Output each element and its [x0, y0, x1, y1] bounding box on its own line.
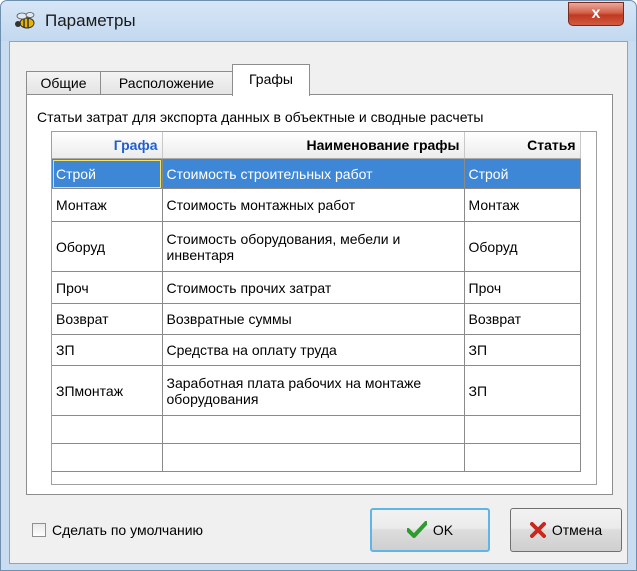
- window-title: Параметры: [45, 11, 136, 30]
- close-button[interactable]: x: [568, 2, 624, 26]
- title-bar[interactable]: Параметры x: [1, 1, 636, 41]
- cell-grafa[interactable]: Строй: [52, 158, 163, 189]
- cell-statya[interactable]: [464, 443, 581, 472]
- table-row[interactable]: Возврат Возвратные суммы Возврат: [52, 303, 581, 335]
- table-row[interactable]: Проч Стоимость прочих затрат Проч: [52, 271, 581, 304]
- table-row[interactable]: Оборуд Стоимость оборудования, мебели и …: [52, 221, 581, 272]
- checkmark-icon: [406, 521, 427, 538]
- cell-name[interactable]: [162, 415, 465, 444]
- cell-statya[interactable]: Возврат: [464, 303, 581, 335]
- table-row[interactable]: ЗП Средства на оплату труда ЗП: [52, 334, 581, 366]
- table-row[interactable]: Строй Стоимость строительных работ Строй: [52, 158, 581, 189]
- cell-name[interactable]: Заработная плата рабочих на монтаже обор…: [162, 365, 465, 416]
- table-row[interactable]: ЗПмонтаж Заработная плата рабочих на мон…: [52, 365, 581, 416]
- cell-grafa[interactable]: [52, 415, 163, 444]
- cell-statya[interactable]: Проч: [464, 271, 581, 304]
- cell-name[interactable]: Стоимость прочих затрат: [162, 271, 465, 304]
- cell-name[interactable]: Стоимость монтажных работ: [162, 188, 465, 222]
- cell-grafa[interactable]: ЗП: [52, 334, 163, 366]
- table-row[interactable]: Монтаж Стоимость монтажных работ Монтаж: [52, 188, 581, 222]
- column-header-statya[interactable]: Статья: [464, 132, 581, 159]
- tab-location-label: Расположение: [118, 75, 215, 91]
- tab-columns[interactable]: Графы: [232, 64, 310, 96]
- close-icon: x: [591, 5, 601, 22]
- cell-statya[interactable]: Монтаж: [464, 188, 581, 222]
- cell-statya[interactable]: Оборуд: [464, 221, 581, 272]
- cell-grafa[interactable]: Оборуд: [52, 221, 163, 272]
- tab-location[interactable]: Расположение: [100, 71, 233, 95]
- tab-general[interactable]: Общие: [26, 71, 101, 95]
- table-row[interactable]: [52, 443, 581, 472]
- cell-grafa[interactable]: Монтаж: [52, 188, 163, 222]
- cell-name[interactable]: Стоимость оборудования, мебели и инвента…: [162, 221, 465, 272]
- app-bee-icon: [15, 12, 35, 29]
- tab-general-label: Общие: [40, 75, 87, 91]
- cell-name[interactable]: Возвратные суммы: [162, 303, 465, 335]
- cell-name[interactable]: [162, 443, 465, 472]
- cancel-button[interactable]: Отмена: [510, 508, 622, 552]
- column-header-grafa[interactable]: Графа: [52, 132, 163, 159]
- cell-grafa[interactable]: Возврат: [52, 303, 163, 335]
- ok-button-label: OK: [432, 522, 454, 538]
- cell-grafa[interactable]: [52, 443, 163, 472]
- cell-statya[interactable]: ЗП: [464, 334, 581, 366]
- cross-icon: [529, 522, 546, 538]
- table-header-row: Графа Наименование графы Статья: [52, 132, 581, 159]
- column-header-name[interactable]: Наименование графы: [162, 132, 465, 159]
- set-default-label[interactable]: Сделать по умолчанию: [52, 522, 203, 538]
- cancel-button-label: Отмена: [551, 522, 603, 538]
- cell-statya[interactable]: [464, 415, 581, 444]
- cell-grafa[interactable]: ЗПмонтаж: [52, 365, 163, 416]
- cell-statya[interactable]: ЗП: [464, 365, 581, 416]
- cell-name[interactable]: Средства на оплату труда: [162, 334, 465, 366]
- cell-grafa[interactable]: Проч: [52, 271, 163, 304]
- tab-columns-label: Графы: [249, 71, 293, 87]
- table-row[interactable]: [52, 415, 581, 444]
- cell-name[interactable]: Стоимость строительных работ: [162, 158, 465, 189]
- parameters-dialog: Параметры x Общие Расположение Графы Ста…: [0, 0, 637, 571]
- tab-panel-columns: Статьи затрат для экспорта данных в объе…: [26, 94, 613, 495]
- ok-button[interactable]: OK: [370, 508, 490, 552]
- panel-caption: Статьи затрат для экспорта данных в объе…: [37, 109, 484, 125]
- dialog-client-area: Общие Расположение Графы Статьи затрат д…: [9, 41, 628, 564]
- cell-statya[interactable]: Строй: [464, 158, 581, 189]
- cost-items-grid[interactable]: Графа Наименование графы Статья Строй Ст…: [51, 131, 597, 485]
- cost-items-table: Графа Наименование графы Статья Строй Ст…: [52, 132, 581, 472]
- set-default-checkbox[interactable]: [32, 523, 46, 537]
